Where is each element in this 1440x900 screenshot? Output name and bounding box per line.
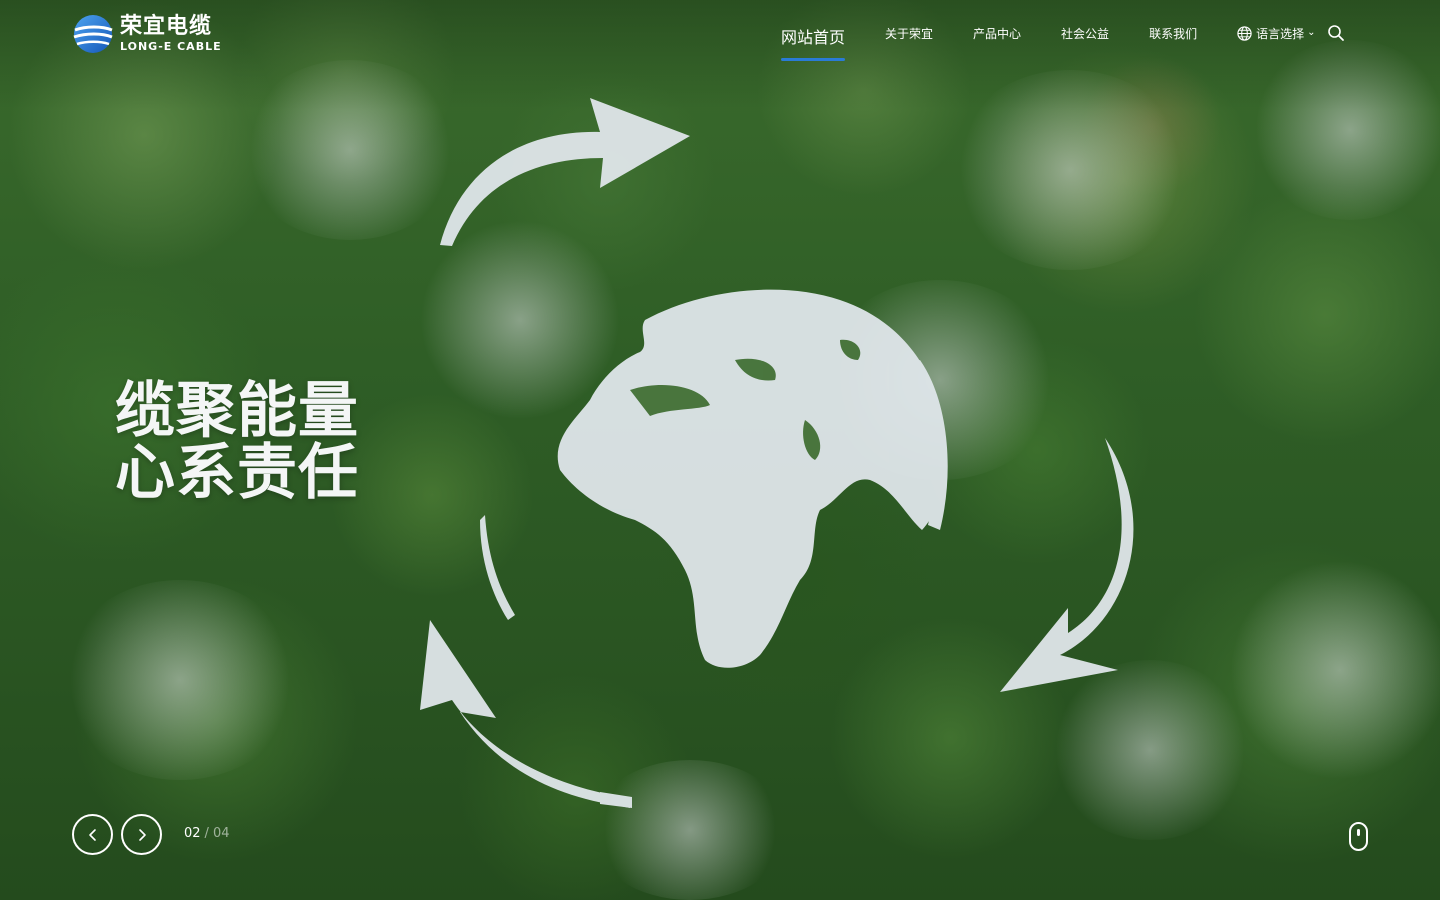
- chevron-right-icon: [138, 828, 146, 841]
- language-selector[interactable]: 语言选择 ⌄: [1237, 0, 1315, 42]
- main-nav: 网站首页 关于荣宜 产品中心 社会公益 联系我们 语言选择 ⌄: [776, 0, 1315, 64]
- nav-item-home[interactable]: 网站首页: [781, 0, 846, 64]
- recycle-arrow-bottom: [420, 620, 632, 808]
- nav-item-about[interactable]: 关于荣宜: [885, 0, 933, 64]
- mist-decoration: [60, 580, 300, 780]
- next-slide-button[interactable]: [121, 814, 162, 855]
- logo-name-cn: 荣宜电缆: [120, 14, 213, 39]
- slide-separator: /: [204, 826, 209, 841]
- globe-icon: [1237, 26, 1252, 41]
- logo-globe-icon: [73, 15, 113, 53]
- globe-continents: [557, 289, 946, 668]
- nav-item-products[interactable]: 产品中心: [973, 0, 1021, 64]
- headline-line-2: 心系责任: [115, 438, 359, 508]
- headline-line-1: 缆聚能量: [115, 376, 359, 446]
- chevron-left-icon: [88, 828, 96, 841]
- slide-total: 04: [212, 826, 230, 841]
- site-header: 荣宜电缆 LONG-E CABLE 网站首页 关于荣宜 产品中心 社会公益 联系…: [0, 0, 1440, 64]
- prev-slide-button[interactable]: [72, 814, 113, 855]
- mist-decoration: [1230, 560, 1440, 780]
- hero-headline: 缆聚能量 心系责任: [115, 380, 359, 504]
- nav-item-contact[interactable]: 联系我们: [1149, 0, 1197, 64]
- chevron-down-icon: ⌄: [1307, 27, 1316, 38]
- search-icon[interactable]: [1327, 24, 1345, 42]
- globe-left-rim: [480, 515, 515, 620]
- logo-name-en: LONG-E CABLE: [120, 40, 222, 53]
- slide-current: 02: [184, 826, 201, 841]
- recycle-arrow-top: [440, 98, 690, 246]
- recycle-arrow-tail: [600, 792, 632, 808]
- mouse-scroll-icon[interactable]: [1349, 822, 1368, 851]
- slide-pager: 02/04: [184, 826, 229, 841]
- recycle-globe-illustration: [420, 98, 1134, 808]
- nav-item-public-welfare[interactable]: 社会公益: [1061, 0, 1109, 64]
- logo-text: 荣宜电缆 LONG-E CABLE: [120, 14, 222, 53]
- language-label: 语言选择: [1256, 27, 1305, 41]
- recycle-arrow-right: [1000, 438, 1134, 692]
- logo[interactable]: 荣宜电缆 LONG-E CABLE: [72, 14, 222, 54]
